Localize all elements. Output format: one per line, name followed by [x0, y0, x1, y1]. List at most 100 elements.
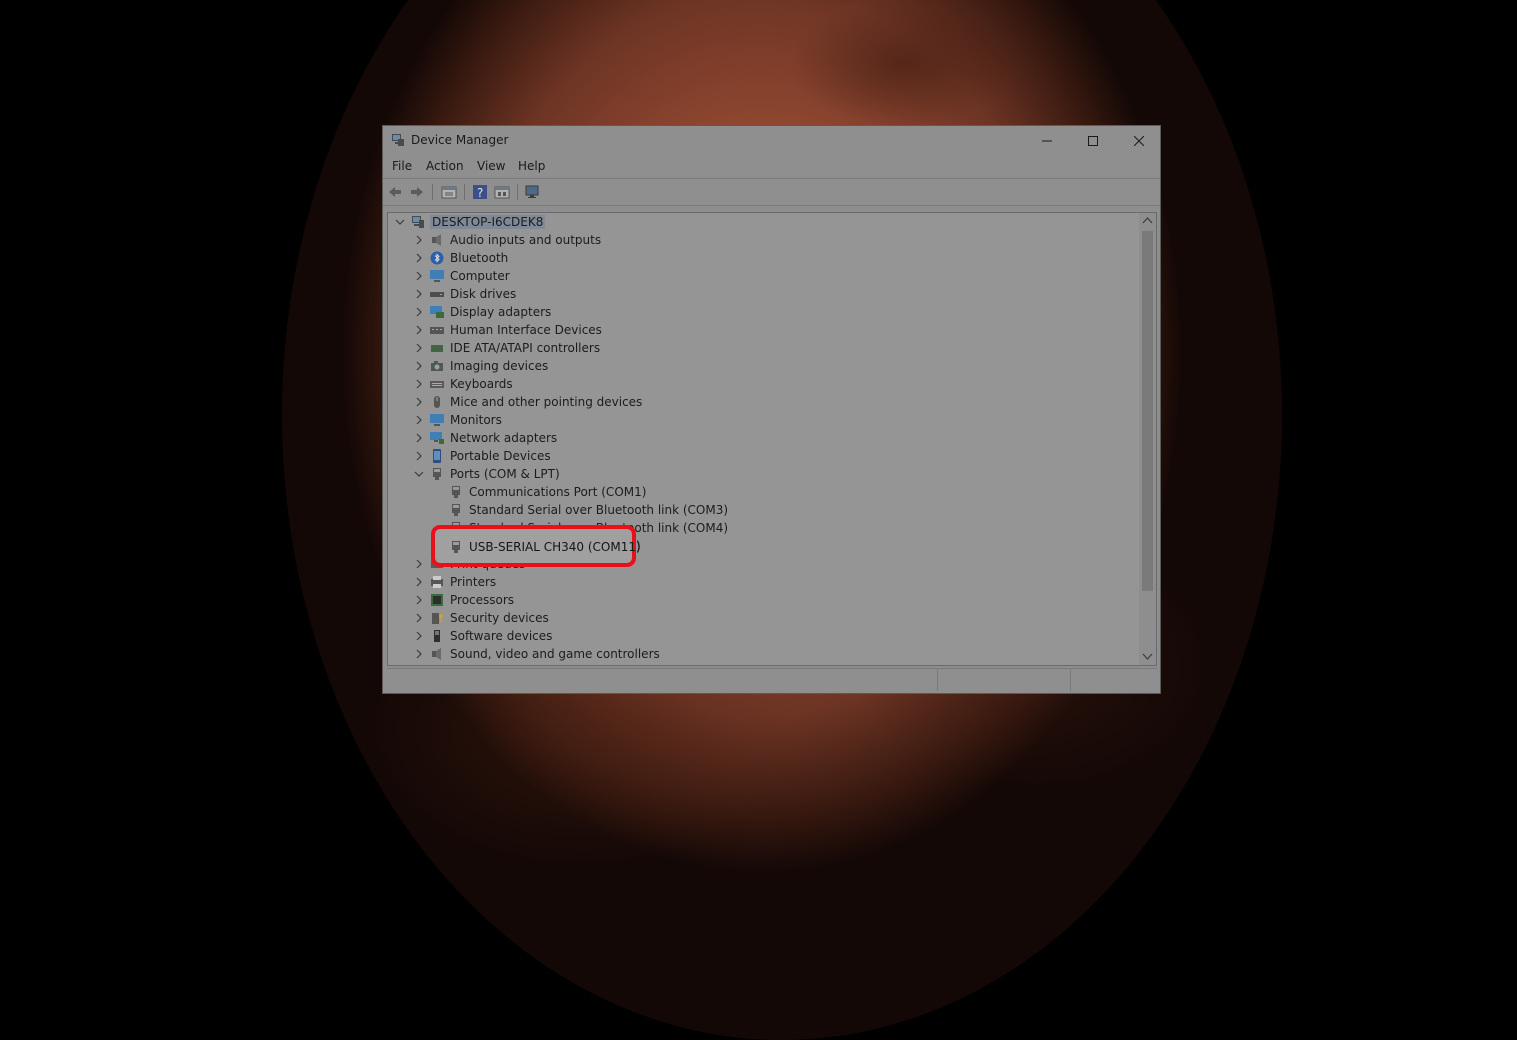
status-bar	[387, 668, 1157, 691]
maximize-icon	[1088, 136, 1098, 146]
category-label: Disk drives	[450, 287, 517, 301]
category-label: Sound, video and game controllers	[450, 647, 660, 661]
chevron-right-icon[interactable]	[413, 306, 425, 318]
chevron-right-icon[interactable]	[413, 270, 425, 282]
chevron-right-icon[interactable]	[413, 342, 425, 354]
minimize-button[interactable]	[1024, 126, 1070, 156]
menu-view[interactable]: View	[477, 159, 505, 173]
device-manager-icon	[392, 134, 404, 146]
tree-category-disk-drives[interactable]: Disk drives	[388, 285, 1140, 303]
scrollbar-thumb[interactable]	[1142, 231, 1153, 591]
update-driver-icon[interactable]	[494, 184, 510, 200]
chevron-right-icon[interactable]	[413, 594, 425, 606]
chevron-right-icon[interactable]	[413, 414, 425, 426]
tree-category-audio-inputs-and-outputs[interactable]: Audio inputs and outputs	[388, 231, 1140, 249]
forward-icon[interactable]	[409, 184, 425, 200]
chevron-right-icon[interactable]	[413, 252, 425, 264]
category-label: Display adapters	[450, 305, 552, 319]
status-divider	[937, 669, 938, 691]
vertical-scrollbar[interactable]	[1139, 213, 1156, 665]
tree-category-ide-ata-atapi-controllers[interactable]: IDE ATA/ATAPI controllers	[388, 339, 1140, 357]
tree-category-keyboards[interactable]: Keyboards	[388, 375, 1140, 393]
category-label: Monitors	[450, 413, 502, 427]
chevron-right-icon[interactable]	[413, 360, 425, 372]
sound-controller-icon	[432, 648, 441, 660]
display-adapter-icon	[430, 306, 444, 318]
category-label: Mice and other pointing devices	[450, 395, 643, 409]
tree-category-network-adapters[interactable]: Network adapters	[388, 429, 1140, 447]
tree-category-portable-devices[interactable]: Portable Devices	[388, 447, 1140, 465]
tree-category-monitors[interactable]: Monitors	[388, 411, 1140, 429]
category-label: Printers	[450, 575, 497, 589]
device-label: Standard Serial over Bluetooth link (COM…	[469, 503, 729, 517]
chevron-right-icon[interactable]	[413, 450, 425, 462]
tree-category-printers[interactable]: Printers	[388, 573, 1140, 591]
tree-category-imaging-devices[interactable]: Imaging devices	[388, 357, 1140, 375]
tree-category-security-devices[interactable]: Security devices	[388, 609, 1140, 627]
tree-device-standard-serial-over-bluetooth-link-com3[interactable]: Standard Serial over Bluetooth link (COM…	[388, 501, 1140, 519]
tree-category-computer[interactable]: Computer	[388, 267, 1140, 285]
highlighted-device-callout[interactable]: USB-SERIAL CH340 (COM11)	[431, 525, 641, 567]
tree-category-processors[interactable]: Processors	[388, 591, 1140, 609]
device-label: Communications Port (COM1)	[469, 485, 647, 499]
chevron-right-icon[interactable]	[413, 396, 425, 408]
security-device-icon	[432, 613, 443, 624]
camera-icon	[431, 361, 443, 371]
device-manager-window: Device Manager File Action View Help ? D…	[382, 125, 1161, 694]
tree-category-ports[interactable]: Ports (COM & LPT)	[388, 465, 1140, 483]
port-icon	[433, 468, 441, 480]
category-label: Software devices	[450, 629, 553, 643]
chevron-right-icon[interactable]	[413, 288, 425, 300]
category-label: Keyboards	[450, 377, 513, 391]
menu-file[interactable]: File	[392, 159, 412, 173]
keyboard-icon	[430, 381, 444, 388]
menu-help[interactable]: Help	[518, 159, 545, 173]
port-icon	[452, 504, 460, 516]
tree-category-bluetooth[interactable]: Bluetooth	[388, 249, 1140, 267]
toolbar-separator	[517, 184, 518, 200]
toolbar-separator	[464, 184, 465, 200]
menu-bar: File Action View Help	[383, 156, 1160, 177]
tree-category-human-interface-devices[interactable]: Human Interface Devices	[388, 321, 1140, 339]
close-button[interactable]	[1116, 126, 1162, 156]
chevron-right-icon[interactable]	[413, 432, 425, 444]
chevron-down-icon[interactable]	[413, 468, 425, 480]
category-label: Ports (COM & LPT)	[450, 467, 560, 481]
maximize-button[interactable]	[1070, 126, 1116, 156]
monitor-icon	[430, 414, 444, 426]
highlighted-device-label: USB-SERIAL CH340 (COM11)	[469, 540, 641, 554]
chevron-right-icon[interactable]	[413, 648, 425, 660]
tree-category-sound-video-and-game-controllers[interactable]: Sound, video and game controllers	[388, 645, 1140, 663]
tree-category-display-adapters[interactable]: Display adapters	[388, 303, 1140, 321]
scroll-up-icon[interactable]	[1142, 216, 1153, 226]
chevron-right-icon[interactable]	[413, 378, 425, 390]
category-label: Portable Devices	[450, 449, 551, 463]
category-label: Processors	[450, 593, 515, 607]
bluetooth-icon	[430, 251, 444, 265]
back-icon[interactable]	[387, 184, 403, 200]
tree-root[interactable]: DESKTOP-I6CDEK8	[388, 213, 1140, 231]
category-label: Bluetooth	[450, 251, 509, 265]
device-tree[interactable]: DESKTOP-I6CDEK8 Audio inputs and outputs…	[387, 212, 1157, 666]
chevron-right-icon[interactable]	[413, 324, 425, 336]
chevron-right-icon[interactable]	[413, 576, 425, 588]
tree-device-communications-port-com1[interactable]: Communications Port (COM1)	[388, 483, 1140, 501]
menu-action[interactable]: Action	[426, 159, 464, 173]
software-device-icon	[434, 630, 440, 642]
scan-hardware-icon[interactable]	[525, 184, 541, 200]
chevron-right-icon[interactable]	[413, 612, 425, 624]
window-title: Device Manager	[411, 133, 509, 147]
chevron-down-icon[interactable]	[394, 216, 406, 228]
chevron-right-icon[interactable]	[413, 630, 425, 642]
help-icon[interactable]: ?	[472, 184, 488, 200]
scroll-down-icon[interactable]	[1142, 651, 1153, 661]
title-bar[interactable]: Device Manager	[383, 126, 1160, 156]
properties-icon[interactable]	[441, 184, 457, 200]
mouse-icon	[434, 396, 440, 408]
close-icon	[1134, 136, 1144, 146]
computer-name[interactable]: DESKTOP-I6CDEK8	[430, 215, 546, 229]
tree-category-mice-and-other-pointing-devices[interactable]: Mice and other pointing devices	[388, 393, 1140, 411]
chevron-right-icon[interactable]	[413, 558, 425, 570]
chevron-right-icon[interactable]	[413, 234, 425, 246]
tree-category-software-devices[interactable]: Software devices	[388, 627, 1140, 645]
